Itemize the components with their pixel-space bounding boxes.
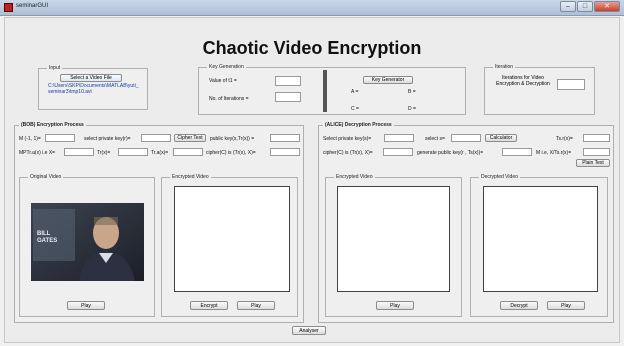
iterations-label: No. of Iterations = (209, 96, 249, 102)
video-path-text: C:\Users\SKP\Documents\MATLAB\yuti_semin… (48, 83, 139, 95)
alice-cipher-label: cipher(C) is (Tr(x), X)= (323, 150, 373, 156)
maximize-button[interactable]: □ (577, 1, 593, 12)
alice-private-key-field[interactable] (384, 134, 414, 142)
iteration-count-field[interactable] (557, 79, 585, 90)
alice-select-s-label: select s= (425, 136, 445, 142)
minimize-button[interactable]: – (560, 1, 576, 12)
t1-field[interactable] (275, 76, 301, 86)
alice-play-decrypted-button[interactable]: Play (547, 301, 585, 310)
calculator-button[interactable]: Calculator (485, 134, 517, 142)
alice-gen-public-key-label: generate public key(r , Ts(x))= (417, 150, 484, 156)
key-generation-panel: Key Generation (198, 64, 466, 115)
alice-encrypted-video-label: Encrypted Video (334, 174, 375, 180)
key-generator-button[interactable]: Key Generator (363, 76, 413, 84)
alice-play-encrypted-button[interactable]: Play (376, 301, 414, 310)
encrypt-button[interactable]: Encrypt (190, 301, 228, 310)
bob-tr-field[interactable] (118, 148, 148, 156)
bob-public-key-field[interactable] (270, 134, 300, 142)
alice-m-label: M i.e, X/Ts.r(x)= (536, 150, 572, 156)
alice-ts-field[interactable] (583, 134, 610, 142)
a-label: A = (351, 89, 359, 95)
alice-cipher-field[interactable] (383, 148, 413, 156)
bob-m-label: M (-1, 1)= (19, 136, 41, 142)
alice-private-key-label: Select private key(s)= (323, 136, 372, 142)
bob-play-encrypted-button[interactable]: Play (237, 301, 275, 310)
key-generation-panel-label: Key Generation (207, 64, 246, 70)
bob-encrypted-axes (174, 186, 290, 292)
bob-private-key-field[interactable] (141, 134, 171, 142)
window-title: seminarGUI (16, 3, 49, 9)
b-label: B = (408, 89, 416, 95)
plain-text-button[interactable]: Plain Text (576, 159, 610, 167)
alice-gen-public-key-field[interactable] (502, 148, 532, 156)
alice-ts-label: Ts.r(x)= (556, 136, 573, 142)
alice-m-field[interactable] (583, 148, 610, 156)
bob-m-field[interactable] (45, 134, 75, 142)
bob-tra-label: Tr.a(x)= (151, 150, 169, 156)
bob-tra-field[interactable] (173, 148, 203, 156)
bob-private-key-label: select private key(r)= (84, 136, 131, 142)
iterations-field[interactable] (275, 92, 301, 102)
alice-encrypted-axes (337, 186, 450, 292)
decrypted-axes (483, 186, 598, 292)
d-label: D = (408, 106, 416, 112)
video-overlay-text: BILL GATES (37, 231, 58, 244)
original-video-label: Original Video (28, 174, 64, 180)
select-video-button[interactable]: Select a Video File (60, 74, 122, 82)
alice-panel-label: (ALICE) Decryption Process (323, 122, 394, 128)
window-controls: – □ ✕ (560, 1, 620, 12)
window-titlebar: seminarGUI – □ ✕ (0, 0, 624, 16)
close-button[interactable]: ✕ (594, 1, 620, 12)
decrypted-video-label: Decrypted Video (479, 174, 520, 180)
c-label: C = (351, 106, 359, 112)
bob-cipher-field[interactable] (270, 148, 300, 156)
bob-tr-label: Tr(x)= (97, 150, 111, 156)
bob-public-key-label: public key(x,Tr(x)) = (210, 136, 255, 142)
analyser-button[interactable]: Analyser (292, 326, 326, 335)
bob-mptr-label: MPTr.a(x) i.e X= (19, 150, 56, 156)
iteration-description: Iterations for Video Encryption & Decryp… (496, 75, 550, 87)
cipher-text-button[interactable]: Cipher Text (174, 134, 206, 142)
matlab-icon (4, 3, 13, 12)
decrypt-button[interactable]: Decrypt (500, 301, 538, 310)
bob-play-original-button[interactable]: Play (67, 301, 105, 310)
iteration-panel-label: Iteration (493, 64, 516, 70)
alice-select-s-field[interactable] (451, 134, 481, 142)
bob-panel-label: (BOB) Encryption Process (19, 122, 86, 128)
page-title: Chaotic Video Encryption (202, 38, 422, 58)
t1-label: Value of t1 = (209, 78, 237, 84)
bob-cipher-label: cipher(C) is (Tr(x), X)= (206, 150, 256, 156)
original-video-frame: BILL GATES (31, 203, 144, 281)
input-panel-label: Input (47, 65, 63, 71)
keygen-divider (323, 70, 327, 112)
bob-encrypted-video-label: Encrypted Video (170, 174, 211, 180)
bob-mptr-field[interactable] (64, 148, 94, 156)
